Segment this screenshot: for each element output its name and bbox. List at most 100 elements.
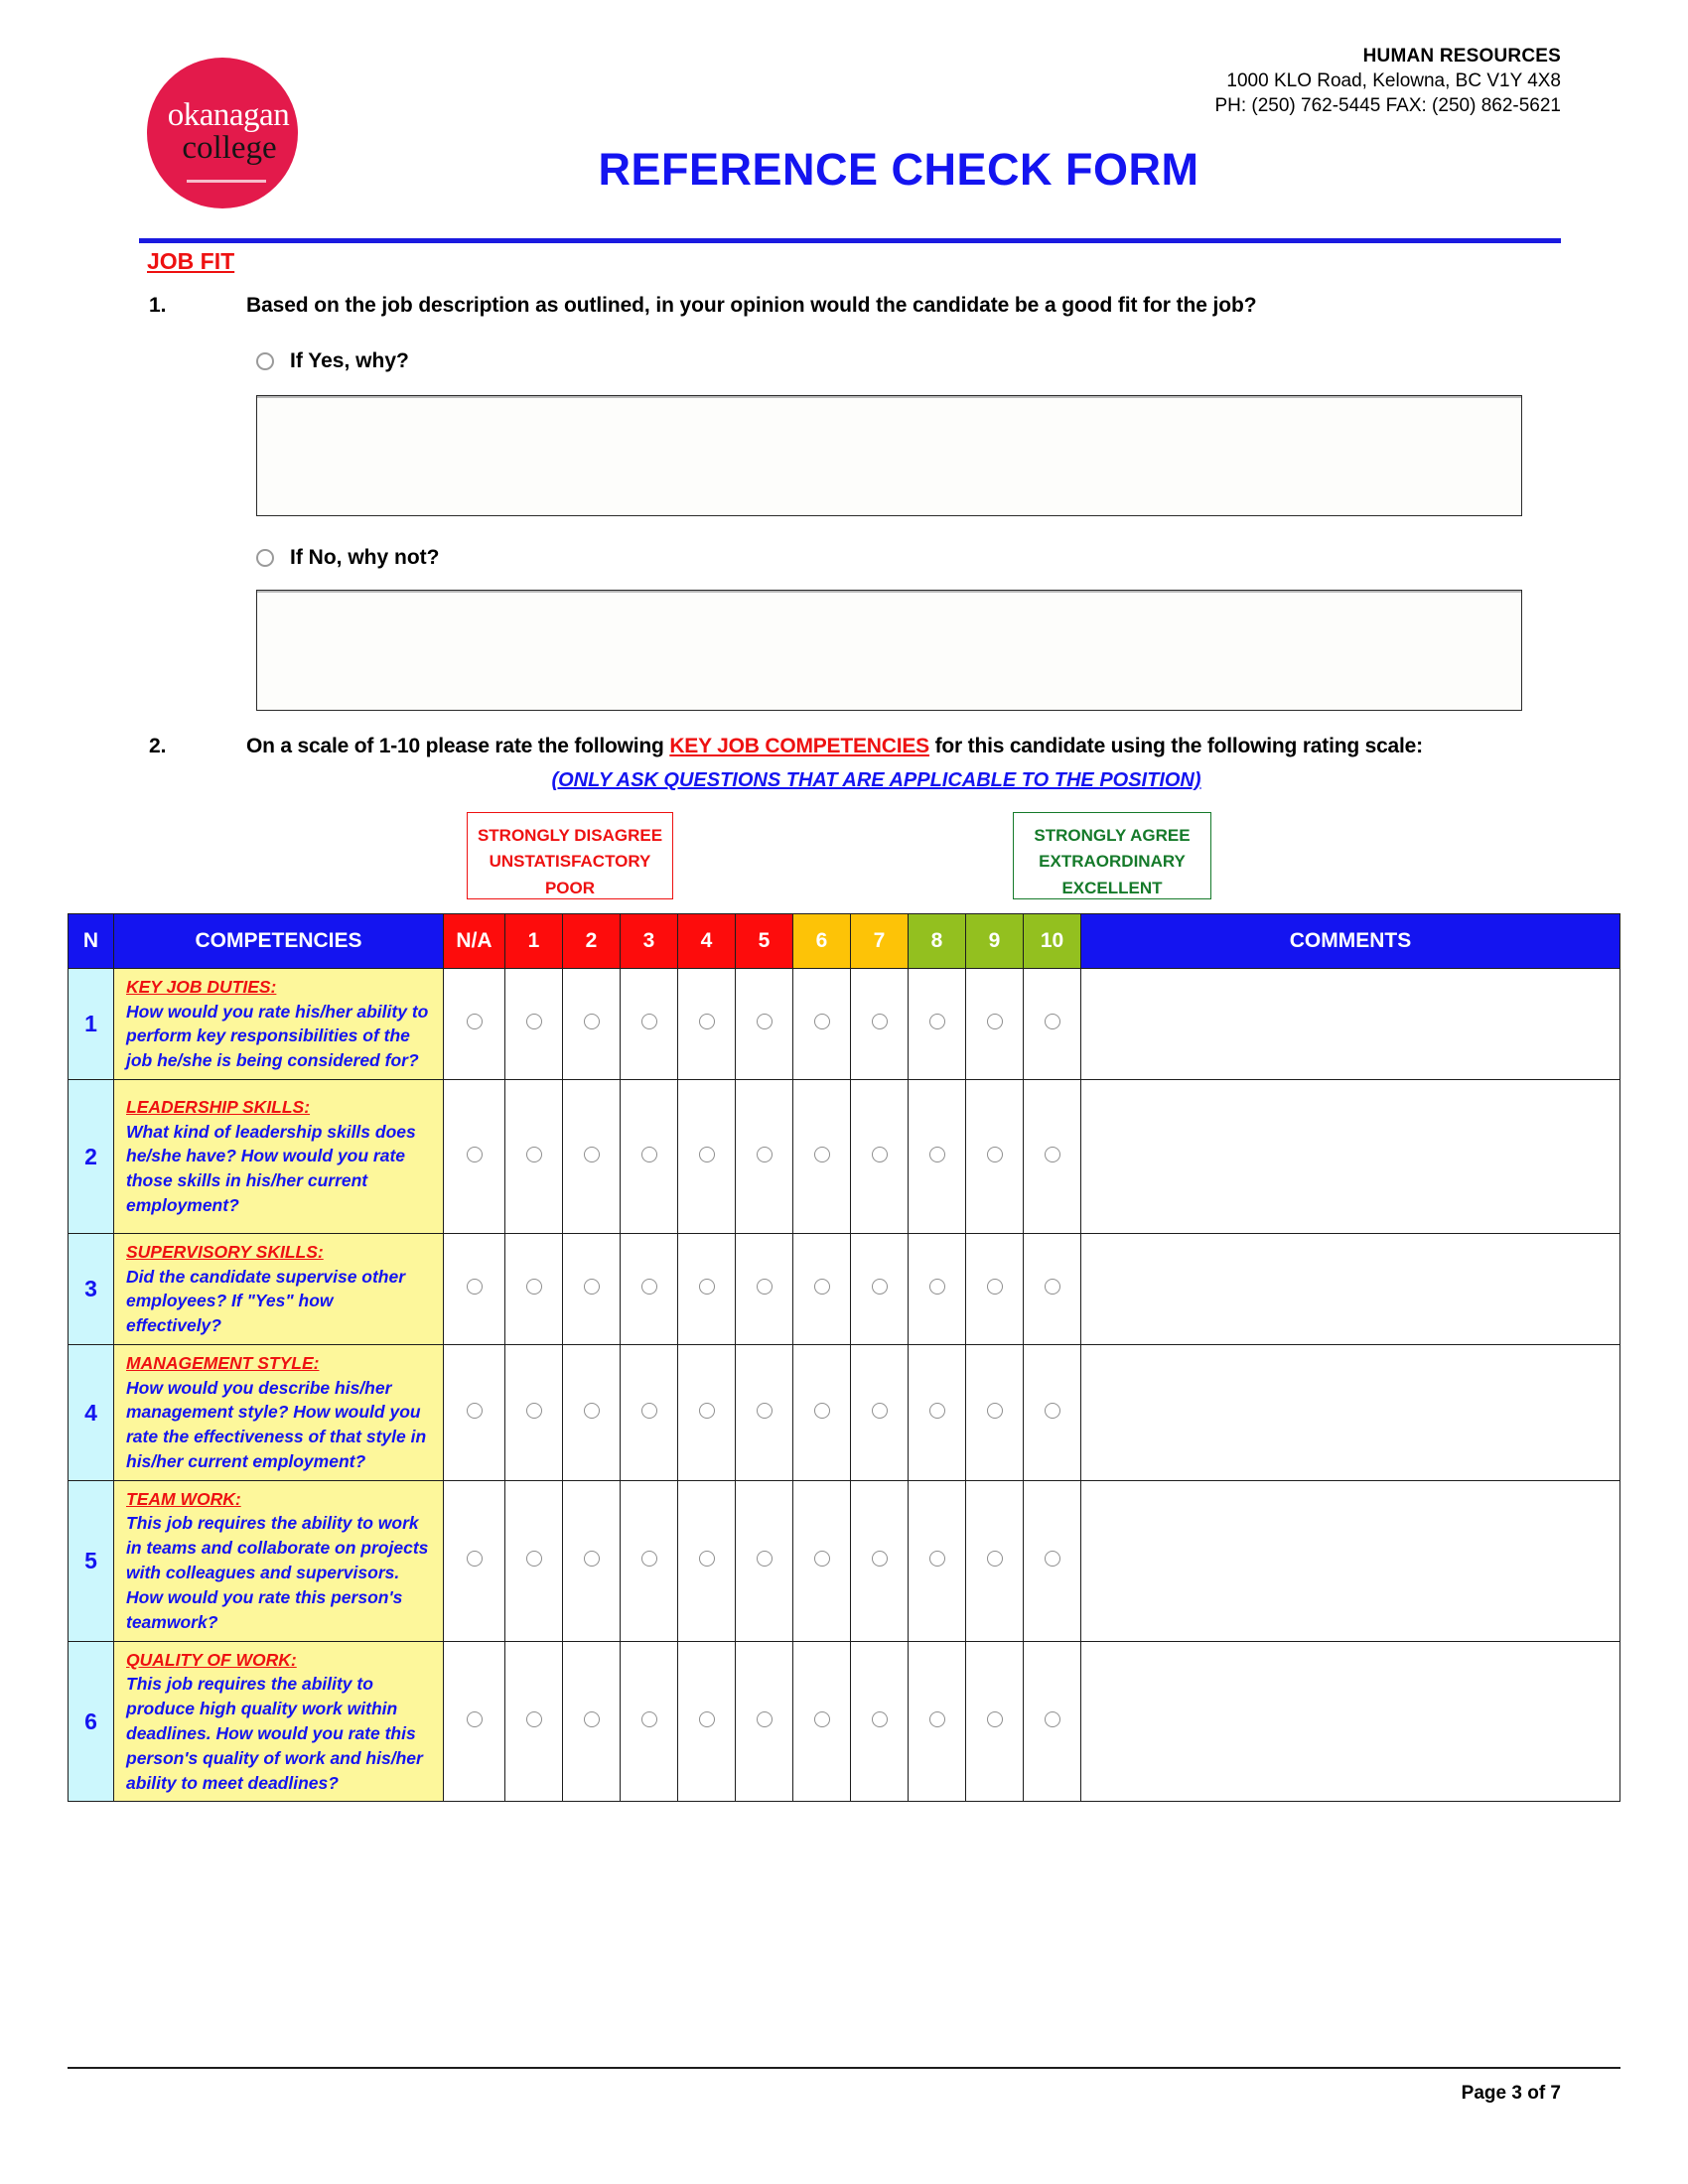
radio-icon-rating[interactable]	[871, 1014, 888, 1030]
radio-icon-rating[interactable]	[813, 1146, 830, 1162]
radio-icon-rating[interactable]	[813, 1710, 830, 1727]
radio-icon-rating[interactable]	[756, 1146, 773, 1162]
rating-cell-3[interactable]	[620, 1233, 678, 1346]
radio-icon-rating[interactable]	[640, 1146, 657, 1162]
rating-cell-2[interactable]	[562, 1233, 621, 1346]
comments-cell[interactable]	[1080, 1233, 1620, 1346]
radio-icon-rating[interactable]	[525, 1146, 542, 1162]
rating-cell-4[interactable]	[677, 1344, 736, 1481]
radio-icon-rating[interactable]	[583, 1014, 600, 1030]
radio-option-no[interactable]: If No, why not?	[256, 546, 439, 570]
radio-icon-rating[interactable]	[813, 1402, 830, 1419]
rating-cell-2[interactable]	[562, 1479, 621, 1642]
rating-cell-8[interactable]	[908, 1344, 966, 1481]
rating-cell-3[interactable]	[620, 967, 678, 1081]
rating-cell-10[interactable]	[1023, 1233, 1081, 1346]
rating-cell-na[interactable]	[443, 967, 505, 1081]
radio-icon-rating[interactable]	[928, 1146, 945, 1162]
rating-cell-4[interactable]	[677, 1233, 736, 1346]
radio-icon-rating[interactable]	[640, 1279, 657, 1296]
comments-cell[interactable]	[1080, 1640, 1620, 1803]
radio-icon-rating[interactable]	[583, 1710, 600, 1727]
radio-icon-rating[interactable]	[871, 1710, 888, 1727]
rating-cell-9[interactable]	[965, 1233, 1024, 1346]
rating-cell-3[interactable]	[620, 1344, 678, 1481]
radio-icon-rating[interactable]	[525, 1014, 542, 1030]
radio-icon-rating[interactable]	[871, 1402, 888, 1419]
radio-icon-rating[interactable]	[756, 1402, 773, 1419]
rating-cell-10[interactable]	[1023, 967, 1081, 1081]
radio-icon-rating[interactable]	[466, 1550, 483, 1567]
rating-cell-6[interactable]	[792, 1479, 851, 1642]
radio-icon-rating[interactable]	[583, 1146, 600, 1162]
rating-cell-5[interactable]	[735, 1479, 793, 1642]
rating-cell-10[interactable]	[1023, 1344, 1081, 1481]
radio-icon-rating[interactable]	[813, 1550, 830, 1567]
rating-cell-6[interactable]	[792, 967, 851, 1081]
radio-icon-rating[interactable]	[466, 1402, 483, 1419]
radio-icon-rating[interactable]	[756, 1279, 773, 1296]
rating-cell-6[interactable]	[792, 1233, 851, 1346]
rating-cell-4[interactable]	[677, 1640, 736, 1803]
rating-cell-4[interactable]	[677, 967, 736, 1081]
rating-cell-5[interactable]	[735, 1233, 793, 1346]
radio-icon-rating[interactable]	[583, 1402, 600, 1419]
comments-cell[interactable]	[1080, 967, 1620, 1081]
radio-icon-rating[interactable]	[698, 1402, 715, 1419]
radio-icon-rating[interactable]	[698, 1146, 715, 1162]
rating-cell-1[interactable]	[504, 1479, 563, 1642]
rating-cell-1[interactable]	[504, 1640, 563, 1803]
rating-cell-8[interactable]	[908, 967, 966, 1081]
radio-icon-rating[interactable]	[986, 1402, 1003, 1419]
radio-option-yes[interactable]: If Yes, why?	[256, 349, 409, 373]
radio-icon-rating[interactable]	[525, 1279, 542, 1296]
radio-icon-rating[interactable]	[466, 1014, 483, 1030]
radio-icon-rating[interactable]	[583, 1279, 600, 1296]
rating-cell-5[interactable]	[735, 1344, 793, 1481]
rating-cell-9[interactable]	[965, 967, 1024, 1081]
rating-cell-9[interactable]	[965, 1479, 1024, 1642]
radio-icon-rating[interactable]	[1044, 1014, 1060, 1030]
rating-cell-4[interactable]	[677, 1479, 736, 1642]
radio-icon-rating[interactable]	[928, 1402, 945, 1419]
radio-icon-rating[interactable]	[640, 1014, 657, 1030]
rating-cell-na[interactable]	[443, 1640, 505, 1803]
rating-cell-5[interactable]	[735, 967, 793, 1081]
radio-icon-no[interactable]	[256, 549, 274, 567]
rating-cell-6[interactable]	[792, 1079, 851, 1235]
radio-icon-rating[interactable]	[871, 1146, 888, 1162]
rating-cell-na[interactable]	[443, 1233, 505, 1346]
rating-cell-9[interactable]	[965, 1640, 1024, 1803]
rating-cell-2[interactable]	[562, 1344, 621, 1481]
rating-cell-3[interactable]	[620, 1640, 678, 1803]
radio-icon-rating[interactable]	[813, 1014, 830, 1030]
rating-cell-9[interactable]	[965, 1079, 1024, 1235]
rating-cell-7[interactable]	[850, 1640, 909, 1803]
rating-cell-1[interactable]	[504, 1079, 563, 1235]
rating-cell-1[interactable]	[504, 1344, 563, 1481]
comments-cell[interactable]	[1080, 1344, 1620, 1481]
radio-icon-rating[interactable]	[756, 1550, 773, 1567]
comments-cell[interactable]	[1080, 1079, 1620, 1235]
rating-cell-5[interactable]	[735, 1640, 793, 1803]
rating-cell-7[interactable]	[850, 1479, 909, 1642]
radio-icon-rating[interactable]	[928, 1550, 945, 1567]
answer-textarea-yes[interactable]	[256, 395, 1522, 516]
rating-cell-10[interactable]	[1023, 1479, 1081, 1642]
rating-cell-6[interactable]	[792, 1344, 851, 1481]
radio-icon-rating[interactable]	[1044, 1402, 1060, 1419]
radio-icon-rating[interactable]	[1044, 1146, 1060, 1162]
rating-cell-7[interactable]	[850, 967, 909, 1081]
radio-icon-rating[interactable]	[928, 1014, 945, 1030]
rating-cell-7[interactable]	[850, 1079, 909, 1235]
rating-cell-na[interactable]	[443, 1479, 505, 1642]
rating-cell-10[interactable]	[1023, 1079, 1081, 1235]
rating-cell-1[interactable]	[504, 1233, 563, 1346]
rating-cell-8[interactable]	[908, 1640, 966, 1803]
answer-textarea-no[interactable]	[256, 590, 1522, 711]
rating-cell-8[interactable]	[908, 1079, 966, 1235]
rating-cell-na[interactable]	[443, 1344, 505, 1481]
radio-icon-rating[interactable]	[986, 1279, 1003, 1296]
rating-cell-5[interactable]	[735, 1079, 793, 1235]
radio-icon-rating[interactable]	[871, 1550, 888, 1567]
